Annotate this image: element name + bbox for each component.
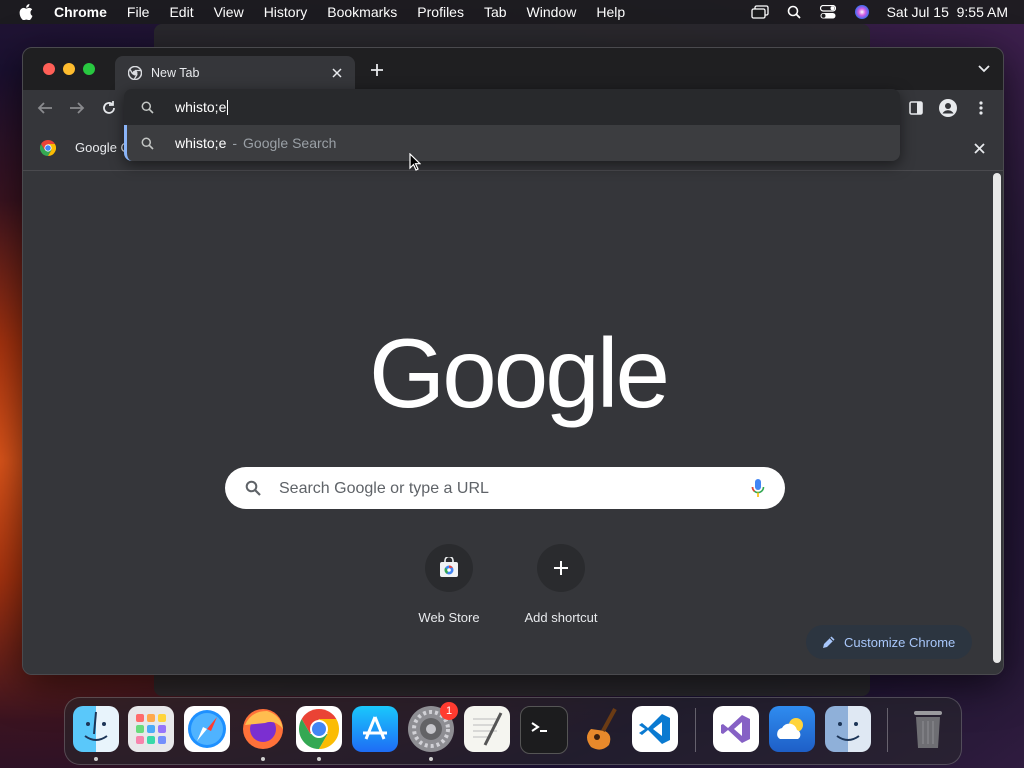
- dock-trash-icon[interactable]: [905, 706, 951, 752]
- shortcut-label: Web Store: [418, 610, 480, 625]
- ntp-search-box[interactable]: [225, 467, 785, 511]
- google-chrome-logo-icon: [39, 140, 57, 156]
- new-tab-plus-icon[interactable]: [368, 61, 386, 79]
- dock-app-store-icon[interactable]: [352, 706, 398, 752]
- dock-chrome-icon[interactable]: [296, 706, 342, 752]
- dock-preview-icon[interactable]: [825, 706, 871, 752]
- menu-profiles[interactable]: Profiles: [407, 4, 474, 20]
- customize-chrome-button[interactable]: Customize Chrome: [806, 625, 972, 659]
- customize-label: Customize Chrome: [844, 634, 956, 650]
- menu-app-name[interactable]: Chrome: [44, 4, 117, 20]
- menu-history[interactable]: History: [254, 4, 318, 20]
- notification-badge: 1: [440, 702, 458, 720]
- spotlight-search-icon[interactable]: [785, 4, 803, 20]
- omnibox-suggestion[interactable]: whisto;e - Google Search: [124, 125, 900, 161]
- screen-mirroring-icon[interactable]: [750, 4, 769, 20]
- menu-edit[interactable]: Edit: [159, 4, 203, 20]
- menu-file[interactable]: File: [117, 4, 160, 20]
- dock-textedit-icon[interactable]: [464, 706, 510, 752]
- suggestion-separator: -: [232, 135, 238, 151]
- scrollbar[interactable]: [993, 173, 1001, 663]
- text-caret: [227, 100, 229, 116]
- profile-avatar-icon[interactable]: [938, 98, 958, 118]
- web-store-icon: [425, 544, 473, 592]
- dock-separator: [695, 708, 696, 752]
- menubar-clock[interactable]: Sat Jul 15 9:55 AM: [887, 4, 1008, 20]
- dock-garageband-icon[interactable]: [576, 706, 622, 752]
- running-indicator: [429, 757, 433, 761]
- shortcut-web-store[interactable]: Web Store: [399, 544, 499, 625]
- mouse-pointer-icon: [409, 152, 422, 171]
- menu-help[interactable]: Help: [586, 4, 635, 20]
- reload-icon[interactable]: [99, 98, 119, 118]
- menu-bookmarks[interactable]: Bookmarks: [317, 4, 407, 20]
- tab-new-tab[interactable]: New Tab: [115, 56, 355, 90]
- dock-visual-studio-icon[interactable]: [713, 706, 759, 752]
- dock-separator: [887, 708, 888, 752]
- omnibox-input-row[interactable]: whisto;e: [124, 89, 900, 125]
- chrome-favicon-icon: [127, 65, 143, 81]
- google-logo: Google: [369, 318, 670, 428]
- dock-safari-icon[interactable]: [184, 706, 230, 752]
- close-infobar-icon[interactable]: [971, 140, 987, 156]
- tab-strip: New Tab: [23, 48, 1003, 90]
- omnibox-input[interactable]: whisto;e: [175, 99, 229, 116]
- dock-terminal-icon[interactable]: [520, 706, 568, 754]
- back-arrow-icon[interactable]: [35, 98, 55, 118]
- running-indicator: [94, 757, 98, 761]
- dock-weather-icon[interactable]: [769, 706, 815, 752]
- close-window-button[interactable]: [43, 63, 55, 75]
- side-panel-icon[interactable]: [906, 98, 926, 118]
- pencil-icon: [822, 635, 836, 649]
- running-indicator: [317, 757, 321, 761]
- menu-bar: Chrome File Edit View History Bookmarks …: [0, 0, 1024, 24]
- tab-search-chevron-icon[interactable]: [977, 64, 991, 74]
- shortcut-add[interactable]: Add shortcut: [511, 544, 611, 625]
- close-tab-icon[interactable]: [329, 65, 345, 81]
- dock: [64, 697, 962, 765]
- zoom-window-button[interactable]: [83, 63, 95, 75]
- siri-icon[interactable]: [853, 4, 871, 20]
- omnibox-popup: whisto;e whisto;e - Google Search: [124, 89, 900, 161]
- control-center-icon[interactable]: [819, 4, 837, 20]
- dock-vscode-icon[interactable]: [632, 706, 678, 752]
- tab-title: New Tab: [151, 66, 200, 80]
- shortcut-label: Add shortcut: [524, 610, 598, 625]
- search-icon: [140, 136, 154, 150]
- apple-icon[interactable]: [18, 4, 34, 20]
- add-plus-icon: [537, 544, 585, 592]
- menu-view[interactable]: View: [204, 4, 254, 20]
- bookmark-label[interactable]: Google C: [75, 140, 130, 155]
- dock-finder-icon[interactable]: [73, 706, 119, 752]
- dock-launchpad-icon[interactable]: [128, 706, 174, 752]
- suggestion-query: whisto;e: [175, 135, 227, 151]
- dock-firefox-icon[interactable]: [240, 706, 286, 752]
- forward-arrow-icon[interactable]: [67, 98, 87, 118]
- search-icon: [140, 100, 154, 114]
- microphone-icon[interactable]: [751, 478, 765, 498]
- ntp-search-input[interactable]: [277, 467, 721, 511]
- suggestion-description: Google Search: [243, 135, 337, 151]
- more-menu-icon[interactable]: [971, 98, 991, 118]
- menu-window[interactable]: Window: [517, 4, 587, 20]
- menu-tab[interactable]: Tab: [474, 4, 517, 20]
- running-indicator: [261, 757, 265, 761]
- minimize-window-button[interactable]: [63, 63, 75, 75]
- search-icon: [245, 480, 261, 496]
